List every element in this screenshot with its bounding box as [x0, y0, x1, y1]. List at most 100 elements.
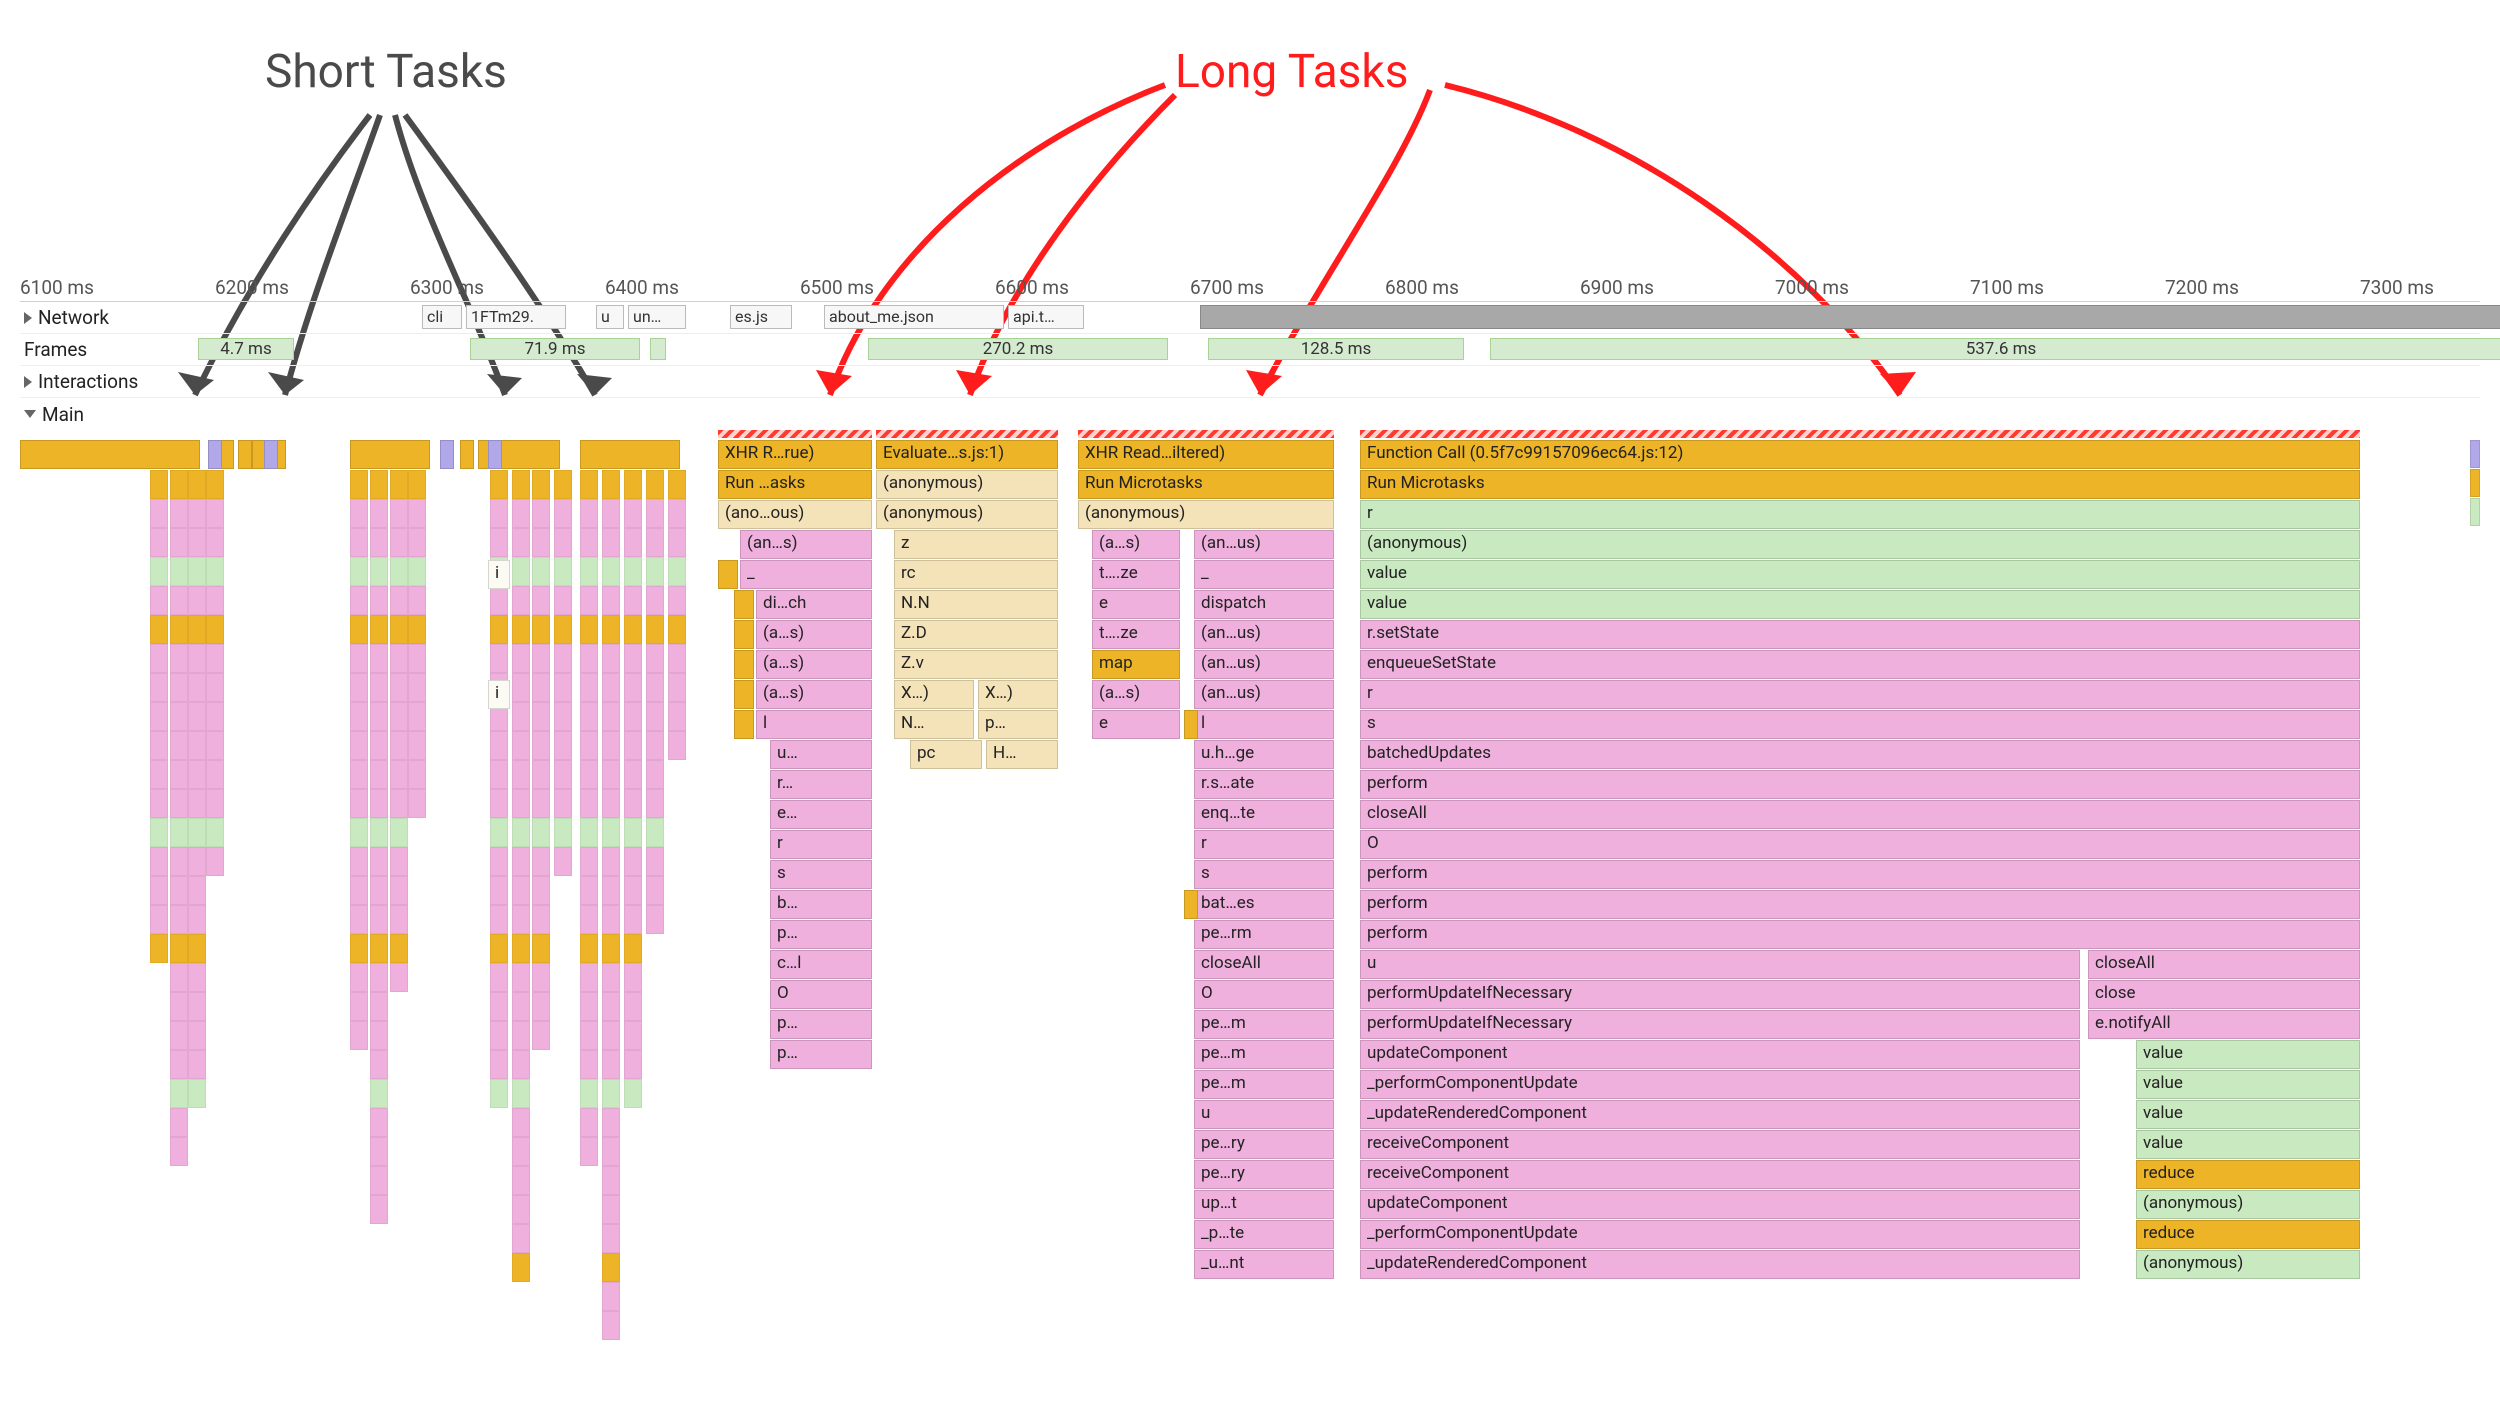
- flame-cell[interactable]: [170, 1108, 188, 1137]
- flame-cell[interactable]: [460, 440, 474, 469]
- flame-cell[interactable]: [390, 818, 408, 847]
- flame-cell[interactable]: dispatch: [1194, 590, 1334, 619]
- flame-cell[interactable]: performUpdateIfNecessary: [1360, 980, 2080, 1009]
- flame-cell[interactable]: reduce: [2136, 1220, 2360, 1249]
- flame-cell[interactable]: [390, 702, 408, 731]
- flame-cell[interactable]: [490, 499, 508, 528]
- flame-cell[interactable]: [602, 905, 620, 934]
- flame-cell[interactable]: [264, 440, 278, 469]
- flame-cell[interactable]: [580, 992, 598, 1021]
- flame-cell[interactable]: [370, 1050, 388, 1079]
- flame-cell[interactable]: [512, 499, 530, 528]
- flame-cell[interactable]: [370, 876, 388, 905]
- flame-cell[interactable]: [170, 470, 188, 499]
- flame-cell[interactable]: [370, 644, 388, 673]
- flame-cell[interactable]: [646, 905, 664, 934]
- flame-cell[interactable]: [554, 644, 572, 673]
- flame-cell[interactable]: [668, 702, 686, 731]
- flame-cell[interactable]: [350, 789, 368, 818]
- flame-cell[interactable]: [370, 992, 388, 1021]
- network-request[interactable]: u: [596, 305, 624, 329]
- flame-cell[interactable]: [580, 557, 598, 586]
- flame-cell[interactable]: [350, 731, 368, 760]
- flame-cell[interactable]: value: [1360, 590, 2360, 619]
- flame-cell[interactable]: [370, 1137, 388, 1166]
- flame-cell[interactable]: [580, 818, 598, 847]
- flame-cell[interactable]: [512, 1079, 530, 1108]
- flame-cell[interactable]: z: [894, 530, 1058, 559]
- flame-cell[interactable]: [370, 1195, 388, 1224]
- flame-cell[interactable]: l: [1194, 710, 1334, 739]
- flame-cell[interactable]: [624, 876, 642, 905]
- flame-cell[interactable]: u: [1194, 1100, 1334, 1129]
- flame-cell[interactable]: (an…us): [1194, 530, 1334, 559]
- flame-cell[interactable]: [170, 876, 188, 905]
- flame-cell[interactable]: p…: [770, 1040, 872, 1069]
- flame-cell[interactable]: [624, 586, 642, 615]
- flame-cell[interactable]: [602, 1282, 620, 1311]
- flame-cell[interactable]: [370, 615, 388, 644]
- flame-cell[interactable]: [734, 680, 754, 709]
- network-request[interactable]: 1FTm29.: [466, 305, 566, 329]
- flame-cell[interactable]: [580, 760, 598, 789]
- flame-cell[interactable]: [580, 905, 598, 934]
- flame-cell[interactable]: e…: [770, 800, 872, 829]
- flame-cell[interactable]: [150, 905, 168, 934]
- flame-cell[interactable]: performUpdateIfNecessary: [1360, 1010, 2080, 1039]
- flame-cell[interactable]: [390, 557, 408, 586]
- flame-cell[interactable]: (anonymous): [1078, 500, 1334, 529]
- flame-cell[interactable]: [370, 963, 388, 992]
- flame-cell[interactable]: [408, 470, 426, 499]
- flame-cell[interactable]: [390, 934, 408, 963]
- flame-cell[interactable]: [188, 615, 206, 644]
- flame-cell[interactable]: [580, 499, 598, 528]
- flame-cell[interactable]: [408, 702, 426, 731]
- flame-cell[interactable]: _performComponentUpdate: [1360, 1220, 2080, 1249]
- flame-cell-task[interactable]: XHR R…rue): [718, 440, 872, 469]
- network-request[interactable]: api.t…: [1008, 305, 1084, 329]
- flame-cell[interactable]: [668, 557, 686, 586]
- flame-cell[interactable]: [408, 499, 426, 528]
- flame-cell[interactable]: (a…s): [756, 680, 872, 709]
- flame-cell[interactable]: perform: [1360, 920, 2360, 949]
- flame-cell[interactable]: [188, 847, 206, 876]
- flame-cell[interactable]: [150, 557, 168, 586]
- flame-cell[interactable]: [624, 644, 642, 673]
- flame-cell[interactable]: (anonymous): [1360, 530, 2360, 559]
- flame-cell[interactable]: [390, 586, 408, 615]
- chevron-down-icon[interactable]: [24, 410, 36, 418]
- network-request[interactable]: un…: [628, 305, 686, 329]
- flame-cell[interactable]: value: [1360, 560, 2360, 589]
- flame-cell[interactable]: [170, 731, 188, 760]
- interactions-track[interactable]: Interactions: [20, 366, 2480, 398]
- flame-cell[interactable]: map: [1092, 650, 1180, 679]
- flame-cell[interactable]: [1184, 710, 1198, 739]
- flame-cell[interactable]: [170, 615, 188, 644]
- flame-cell[interactable]: [490, 731, 508, 760]
- flame-cell[interactable]: [602, 557, 620, 586]
- flame-cell[interactable]: Z.v: [894, 650, 1058, 679]
- flame-cell[interactable]: batchedUpdates: [1360, 740, 2360, 769]
- flame-cell[interactable]: [370, 731, 388, 760]
- flame-cell[interactable]: [350, 528, 368, 557]
- flame-cell[interactable]: e.notifyAll: [2088, 1010, 2360, 1039]
- flame-cell[interactable]: enqueueSetState: [1360, 650, 2360, 679]
- flame-cell[interactable]: perform: [1360, 860, 2360, 889]
- flame-cell[interactable]: [150, 673, 168, 702]
- flame-cell[interactable]: [668, 731, 686, 760]
- flame-cell[interactable]: [220, 440, 234, 469]
- flame-cell[interactable]: [208, 440, 222, 469]
- flame-cell[interactable]: [580, 644, 598, 673]
- flame-cell[interactable]: (ano…ous): [718, 500, 872, 529]
- flame-cell[interactable]: rc: [894, 560, 1058, 589]
- flame-cell[interactable]: [440, 440, 454, 469]
- flame-cell[interactable]: [602, 644, 620, 673]
- flame-cell[interactable]: [580, 528, 598, 557]
- flame-cell[interactable]: [602, 528, 620, 557]
- flame-cell[interactable]: [512, 847, 530, 876]
- flame-cell[interactable]: [554, 673, 572, 702]
- flame-cell[interactable]: [150, 702, 168, 731]
- flame-cell[interactable]: [150, 731, 168, 760]
- flame-cell[interactable]: X…): [978, 680, 1058, 709]
- flame-cell[interactable]: [602, 1166, 620, 1195]
